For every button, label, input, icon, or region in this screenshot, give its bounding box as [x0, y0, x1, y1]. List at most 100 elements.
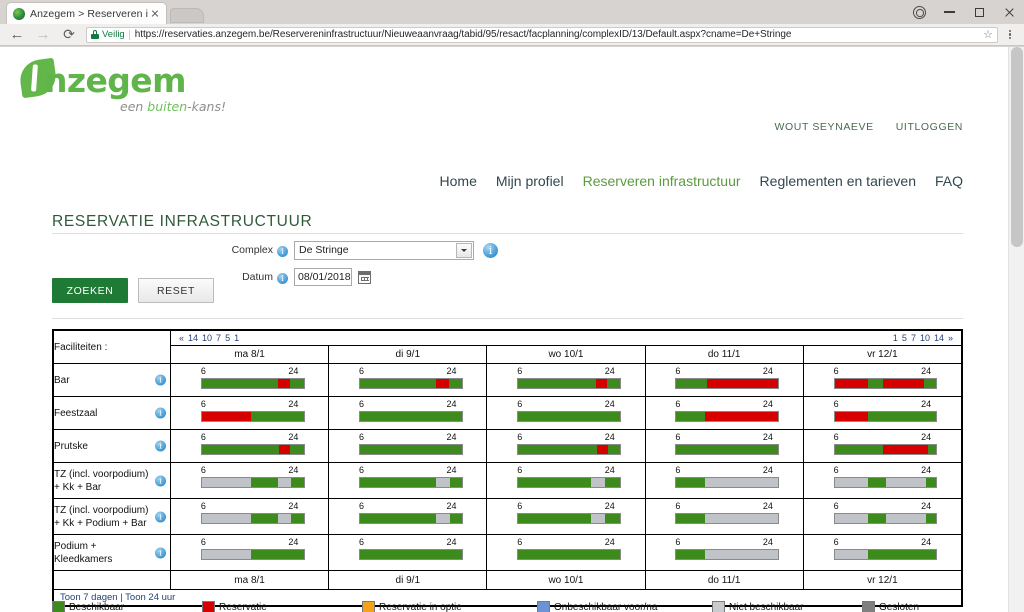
timeline-cell[interactable]: 6 24	[328, 363, 488, 397]
availability-segment-green[interactable]	[676, 514, 705, 523]
info-icon[interactable]: i	[155, 547, 166, 558]
availability-bar[interactable]	[517, 513, 621, 524]
availability-segment-green[interactable]	[360, 445, 462, 454]
availability-bar[interactable]	[675, 549, 780, 560]
calendar-icon[interactable]	[358, 270, 371, 284]
availability-segment-green[interactable]	[518, 514, 592, 523]
availability-bar[interactable]	[675, 477, 780, 488]
availability-segment-red[interactable]	[279, 445, 291, 454]
pager-next-icon[interactable]: »	[948, 333, 953, 343]
info-icon[interactable]: i	[155, 374, 166, 386]
availability-segment-grey[interactable]	[704, 550, 779, 559]
pager-right-1[interactable]: 1	[893, 333, 898, 343]
timeline-cell[interactable]: 6 24	[169, 534, 330, 571]
availability-segment-red[interactable]	[278, 379, 291, 388]
availability-segment-green[interactable]	[250, 412, 304, 421]
info-icon[interactable]: i	[155, 511, 166, 522]
timeline-cell[interactable]: 6 24	[644, 498, 804, 535]
availability-segment-green[interactable]	[676, 445, 779, 454]
zoeken-button[interactable]: ZOEKEN	[52, 278, 128, 303]
timeline-cell[interactable]: 6 24	[328, 396, 488, 430]
info-icon[interactable]: i	[155, 475, 166, 486]
pager-left-5[interactable]: 5	[225, 333, 230, 343]
availability-segment-green[interactable]	[360, 379, 437, 388]
timeline-cell[interactable]: 6 24	[644, 462, 804, 499]
reset-button[interactable]: RESET	[138, 278, 214, 303]
availability-segment-grey[interactable]	[201, 514, 251, 523]
timeline-cell[interactable]: 6 24	[328, 462, 488, 499]
availability-segment-green[interactable]	[518, 478, 592, 487]
availability-segment-grey[interactable]	[436, 478, 450, 487]
pager-left-1[interactable]: 1	[234, 333, 239, 343]
availability-segment-grey[interactable]	[436, 514, 450, 523]
new-tab-button[interactable]	[170, 8, 205, 23]
forward-button[interactable]: →	[30, 24, 56, 46]
availability-bar[interactable]	[833, 444, 938, 455]
availability-segment-green[interactable]	[606, 379, 620, 388]
availability-segment-green[interactable]	[250, 478, 279, 487]
availability-bar[interactable]	[200, 378, 305, 389]
availability-segment-red[interactable]	[706, 379, 779, 388]
availability-segment-grey[interactable]	[591, 514, 605, 523]
availability-bar[interactable]	[675, 411, 780, 422]
availability-segment-grey[interactable]	[885, 478, 927, 487]
timeline-cell[interactable]: 6 24	[644, 429, 804, 463]
availability-bar[interactable]	[675, 513, 780, 524]
availability-bar[interactable]	[517, 444, 621, 455]
pager-left-10[interactable]: 10	[202, 333, 212, 343]
availability-segment-green[interactable]	[291, 478, 304, 487]
browser-tab[interactable]: Anzegem > Reserveren i	[6, 2, 168, 24]
availability-bar[interactable]	[833, 513, 938, 524]
availability-bar[interactable]	[200, 444, 305, 455]
maximize-button[interactable]	[964, 0, 994, 24]
timeline-cell[interactable]: 6 24	[328, 429, 488, 463]
availability-segment-green[interactable]	[448, 379, 462, 388]
anzegem-logo[interactable]: nzegem een buiten-kans!	[12, 55, 302, 117]
info-icon[interactable]: i	[277, 245, 288, 257]
availability-segment-red[interactable]	[883, 445, 929, 454]
timeline-cell[interactable]: 6 24	[328, 498, 488, 535]
timeline-cell[interactable]: 6 24	[802, 462, 963, 499]
bookmark-star-icon[interactable]: ☆	[983, 28, 993, 41]
availability-bar[interactable]	[833, 549, 938, 560]
close-window-button[interactable]	[994, 0, 1024, 24]
pager-prev-icon[interactable]: «	[179, 333, 184, 343]
info-icon[interactable]: i	[155, 440, 166, 452]
availability-segment-green[interactable]	[676, 379, 707, 388]
timeline-cell[interactable]: 6 24	[169, 363, 330, 397]
availability-segment-green[interactable]	[868, 379, 884, 388]
availability-segment-grey[interactable]	[834, 514, 869, 523]
availability-segment-grey[interactable]	[201, 478, 251, 487]
timeline-cell[interactable]: 6 24	[802, 363, 963, 397]
availability-segment-green[interactable]	[290, 379, 304, 388]
availability-segment-grey[interactable]	[278, 478, 292, 487]
availability-bar[interactable]	[359, 378, 463, 389]
availability-segment-green[interactable]	[676, 550, 705, 559]
availability-segment-red[interactable]	[704, 412, 779, 421]
pager-right-7[interactable]: 7	[911, 333, 916, 343]
availability-bar[interactable]	[517, 378, 621, 389]
availability-bar[interactable]	[359, 411, 463, 422]
timeline-cell[interactable]: 6 24	[486, 363, 646, 397]
availability-segment-green[interactable]	[518, 412, 620, 421]
timeline-cell[interactable]: 6 24	[169, 429, 330, 463]
back-button[interactable]: ←	[4, 24, 30, 46]
availability-segment-green[interactable]	[604, 478, 620, 487]
timeline-cell[interactable]: 6 24	[644, 363, 804, 397]
nav-item-mijn-profiel[interactable]: Mijn profiel	[496, 173, 564, 189]
availability-segment-grey[interactable]	[278, 514, 292, 523]
availability-segment-green[interactable]	[928, 445, 937, 454]
availability-bar[interactable]	[675, 444, 780, 455]
availability-bar[interactable]	[359, 477, 463, 488]
availability-segment-green[interactable]	[604, 514, 620, 523]
nav-item-home[interactable]: Home	[440, 173, 477, 189]
availability-bar[interactable]	[200, 411, 305, 422]
availability-segment-green[interactable]	[201, 445, 280, 454]
availability-segment-green[interactable]	[360, 514, 437, 523]
address-bar[interactable]: Veilig https://reservaties.anzegem.be/Re…	[86, 26, 998, 43]
nav-item-reglementen-en-tarieven[interactable]: Reglementen en tarieven	[760, 173, 916, 189]
pager-left-14[interactable]: 14	[188, 333, 198, 343]
timeline-cell[interactable]: 6 24	[644, 396, 804, 430]
menu-icon[interactable]	[1002, 29, 1018, 40]
availability-bar[interactable]	[200, 477, 305, 488]
